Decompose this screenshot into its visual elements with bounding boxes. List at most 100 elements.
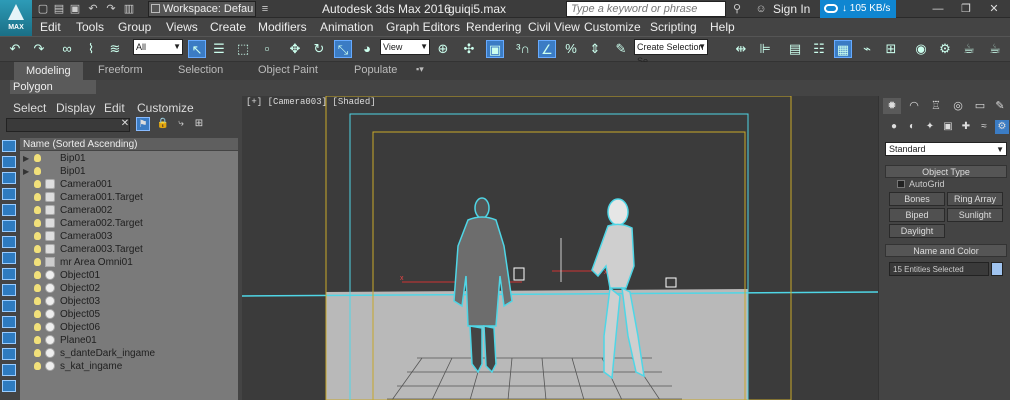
tab-object-paint[interactable]: Object Paint <box>258 64 318 76</box>
unlink-icon[interactable]: ⌇ <box>82 40 100 58</box>
keyboard-shortcut-icon[interactable]: ▣ <box>486 40 504 58</box>
tree-row[interactable]: Object02 <box>20 282 238 295</box>
close-button[interactable]: ✕ <box>980 0 1008 18</box>
percent-snap-icon[interactable]: % <box>562 40 580 58</box>
display-spacewarps-icon[interactable] <box>2 268 16 280</box>
light-bulb-icon[interactable] <box>34 219 41 227</box>
pivot-center-icon[interactable]: ⊕ <box>434 40 452 58</box>
spinner-snap-icon[interactable]: ⇕ <box>586 40 604 58</box>
tree-row[interactable]: Camera001.Target <box>20 191 238 204</box>
expand-icon[interactable]: ▶ <box>23 165 29 178</box>
ribbon-panel-polygon-modeling[interactable]: Polygon Modeling <box>10 80 96 107</box>
light-bulb-icon[interactable] <box>34 180 41 188</box>
tab-utilities[interactable]: ✎ <box>991 98 1009 114</box>
display-containers-icon[interactable] <box>2 332 16 344</box>
render-production-icon[interactable]: ☕ <box>986 40 1004 58</box>
tab-display[interactable]: ▭ <box>971 98 989 114</box>
light-bulb-icon[interactable] <box>34 297 41 305</box>
systems-category-icon[interactable]: ⚙ <box>995 120 1009 134</box>
menu-views[interactable]: Views <box>166 20 198 34</box>
menu-scripting[interactable]: Scripting <box>650 20 697 34</box>
align-icon[interactable]: ⊫ <box>756 40 774 58</box>
menu-dropdown-icon[interactable]: ≡ <box>258 2 272 16</box>
se-tab-edit[interactable]: Edit <box>104 101 125 115</box>
light-bulb-icon[interactable] <box>34 271 41 279</box>
rect-selection-icon[interactable]: ⬚ <box>234 40 252 58</box>
select-manipulate-icon[interactable]: ✣ <box>460 40 478 58</box>
object-category-dropdown[interactable]: Standard ▼ <box>885 142 1007 156</box>
scale-icon[interactable]: ⤡ <box>334 40 352 58</box>
menu-edit[interactable]: Edit <box>40 20 61 34</box>
display-hidden-icon[interactable] <box>2 364 16 376</box>
display-frozen-icon[interactable] <box>2 348 16 360</box>
rendered-frame-icon[interactable]: ☕ <box>960 40 978 58</box>
lock-icon[interactable]: 🔒 <box>156 117 170 131</box>
display-xrefs-icon[interactable] <box>2 300 16 312</box>
menu-animation[interactable]: Animation <box>320 20 373 34</box>
tree-row[interactable]: s_danteDark_ingame <box>20 347 238 360</box>
minimize-button[interactable]: — <box>924 0 952 18</box>
user-icon[interactable]: ☺ <box>754 2 768 16</box>
curve-editor-icon[interactable]: ⌁ <box>858 40 876 58</box>
expand-icon[interactable]: ▶ <box>23 152 29 165</box>
named-selection-dropdown[interactable]: Create Selection Se ▼ <box>634 39 708 66</box>
tab-modeling[interactable]: Modeling <box>14 62 83 80</box>
clear-filter-icon[interactable]: ✕ <box>118 117 132 131</box>
redo-icon[interactable]: ↷ <box>30 40 48 58</box>
autogrid-checkbox[interactable]: AutoGrid <box>897 179 945 189</box>
mirror-icon[interactable]: ⇹ <box>732 40 750 58</box>
selection-filter-dropdown[interactable]: All ▼ <box>133 39 183 55</box>
tree-row[interactable]: s_kat_ingame <box>20 360 238 373</box>
display-all-icon[interactable] <box>2 156 16 168</box>
tab-populate[interactable]: Populate <box>354 64 397 76</box>
object-type-rollout[interactable]: Object Type <box>885 165 1007 178</box>
sunlight-button[interactable]: Sunlight <box>947 208 1003 222</box>
menu-civil-view[interactable]: Civil View <box>528 20 580 34</box>
angle-snap-icon[interactable]: ∠ <box>538 40 556 58</box>
bones-button[interactable]: Bones <box>889 192 945 206</box>
light-bulb-icon[interactable] <box>34 193 41 201</box>
tab-modify[interactable]: ◠ <box>905 98 923 114</box>
snaps-toggle-icon[interactable]: ³∩ <box>514 40 532 58</box>
light-bulb-icon[interactable] <box>34 310 41 318</box>
light-bulb-icon[interactable] <box>34 349 41 357</box>
object-color-swatch[interactable] <box>991 262 1003 276</box>
ring-array-button[interactable]: Ring Array <box>947 192 1003 206</box>
tab-create[interactable]: ✹ <box>883 98 901 114</box>
select-object-icon[interactable]: ↖ <box>188 40 206 58</box>
tree-row[interactable]: Object01 <box>20 269 238 282</box>
tree-row[interactable]: Plane01 <box>20 334 238 347</box>
open-file-icon[interactable]: ▤ <box>52 2 66 16</box>
undo-icon[interactable]: ↶ <box>6 40 24 58</box>
light-bulb-icon[interactable] <box>34 362 41 370</box>
menu-create[interactable]: Create <box>210 20 246 34</box>
se-tab-customize[interactable]: Customize <box>137 101 194 115</box>
tab-hierarchy[interactable]: ♖ <box>927 98 945 114</box>
move-icon[interactable]: ✥ <box>286 40 304 58</box>
tree-row[interactable]: Camera001 <box>20 178 238 191</box>
tree-row[interactable]: ▶ Bip01 <box>20 152 238 165</box>
restore-button[interactable]: ❐ <box>952 0 980 18</box>
material-editor-icon[interactable]: ◉ <box>912 40 930 58</box>
edit-named-selection-icon[interactable]: ✎ <box>612 40 630 58</box>
spacewarps-category-icon[interactable]: ≈ <box>977 120 991 134</box>
reference-coordinate-dropdown[interactable]: View ▼ <box>380 39 430 55</box>
light-bulb-icon[interactable] <box>34 245 41 253</box>
cameras-category-icon[interactable]: ▣ <box>941 120 955 134</box>
search-input[interactable]: Type a keyword or phrase <box>566 1 726 17</box>
menu-help[interactable]: Help <box>710 20 735 34</box>
display-lights-icon[interactable] <box>2 220 16 232</box>
helpers-category-icon[interactable]: ✚ <box>959 120 973 134</box>
tree-row[interactable]: ▶ Bip01 <box>20 165 238 178</box>
display-geometry-icon[interactable] <box>2 188 16 200</box>
layer-manager-icon[interactable]: ▤ <box>786 40 804 58</box>
display-none-icon[interactable] <box>2 140 16 152</box>
tab-freeform[interactable]: Freeform <box>98 64 143 76</box>
display-helpers-icon[interactable] <box>2 252 16 264</box>
lights-category-icon[interactable]: ✦ <box>923 120 937 134</box>
display-shapes-icon[interactable] <box>2 204 16 216</box>
render-setup-icon[interactable]: ⚙ <box>936 40 954 58</box>
tree-row[interactable]: Object06 <box>20 321 238 334</box>
tree-row[interactable]: Object03 <box>20 295 238 308</box>
sign-in-link[interactable]: Sign In <box>773 2 810 16</box>
